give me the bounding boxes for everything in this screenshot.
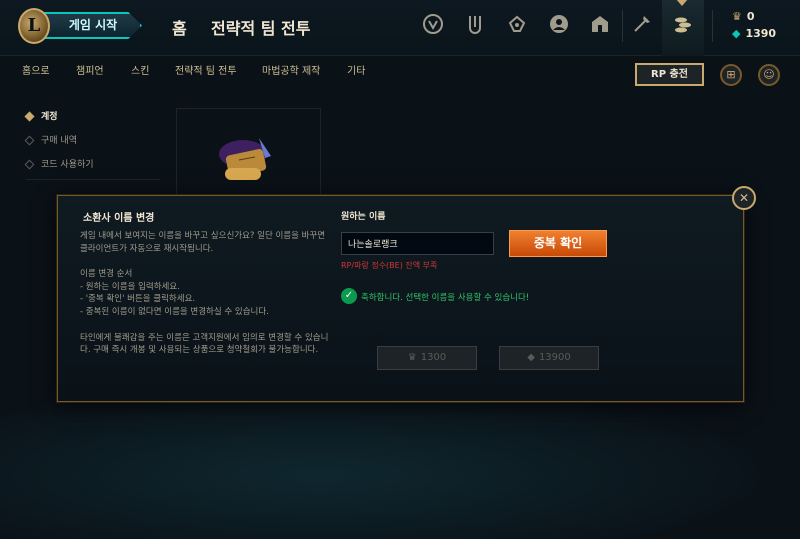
be-amount: 1390 — [745, 27, 777, 40]
store-icon[interactable] — [588, 13, 612, 37]
nav-home[interactable]: 홈 — [172, 15, 187, 39]
subnav-hextech[interactable]: 마법공학 제작 — [262, 62, 320, 77]
play-button[interactable]: 게임 시작 — [44, 12, 142, 39]
subnav-skins[interactable]: 스킨 — [131, 62, 149, 77]
rp-balance: ♛ 0 — [732, 10, 755, 23]
subnav-home[interactable]: 홈으로 — [22, 62, 50, 77]
header-divider — [712, 10, 713, 42]
header-divider — [622, 10, 623, 42]
desc-intro: 게임 내에서 보여지는 이름을 바꾸고 싶으신가요? 일단 이름을 바꾸면 클라… — [80, 231, 326, 254]
blue-essence-icon: ◆ — [732, 27, 741, 40]
nav-tft[interactable]: 전략적 팀 전투 — [211, 15, 310, 39]
desc-policy: 타인에게 불쾌감을 주는 이름은 고객지원에서 임의로 변경할 수 있습니다. … — [80, 332, 329, 356]
subnav-tft[interactable]: 전략적 팀 전투 — [175, 62, 237, 77]
be-balance: ◆ 1390 — [732, 27, 776, 40]
summoner-name-input[interactable] — [341, 232, 494, 255]
diamond-icon — [24, 159, 35, 170]
active-tab-caret-icon — [676, 0, 688, 7]
rp-icon: ♛ — [732, 10, 742, 23]
name-available-message: 축하합니다. 선택한 이름을 사용할 수 있습니다! — [361, 293, 530, 303]
diamond-icon — [24, 111, 35, 122]
background-glow — [0, 380, 800, 539]
modal-description: 게임 내에서 보여지는 이름을 바꾸고 싶으신가요? 일단 이름을 바꾸면 클라… — [80, 230, 330, 357]
gift-icon: ⊞ — [726, 68, 736, 81]
account-button[interactable]: ☺ — [758, 64, 780, 86]
subnav-other[interactable]: 기타 — [347, 62, 365, 77]
close-icon: ✕ — [738, 191, 750, 205]
buy-with-rp-button[interactable]: ♛ 1300 — [377, 346, 477, 370]
desired-name-label: 원하는 이름 — [341, 212, 386, 222]
sidebar-item-purchase-history[interactable]: 구매 내역 — [24, 133, 77, 146]
gift-button[interactable]: ⊞ — [720, 64, 742, 86]
insufficient-balance-warning: RP/파랑 정수(BE) 잔액 부족 — [341, 261, 438, 270]
buy-with-be-button[interactable]: ◆ 13900 — [499, 346, 599, 370]
account-icon: ☺ — [763, 68, 775, 81]
profile-icon[interactable] — [547, 13, 571, 37]
sidebar-item-redeem-code[interactable]: 코드 사용하기 — [24, 157, 94, 170]
sidebar-divider — [26, 179, 160, 180]
coins-icon[interactable] — [671, 13, 695, 37]
name-change-scroll-image — [219, 138, 271, 180]
close-button[interactable]: ✕ — [732, 186, 756, 210]
collection-icon[interactable] — [463, 13, 487, 37]
league-logo[interactable]: L — [18, 8, 50, 44]
diamond-icon — [24, 135, 35, 146]
desc-steps: 이름 변경 순서 - 원하는 이름을 입력하세요. - '중복 확인' 버튼을 … — [80, 269, 269, 317]
check-duplicate-button[interactable]: 중복 확인 — [509, 230, 607, 257]
crafting-icon[interactable] — [630, 13, 654, 37]
rp-amount: 0 — [746, 10, 755, 23]
blue-essence-icon: ◆ — [527, 352, 535, 363]
modal-title: 소환사 이름 변경 — [83, 213, 155, 224]
loot-icon[interactable] — [505, 13, 529, 37]
subnav-champions[interactable]: 챔피언 — [76, 62, 104, 77]
rp-purchase-button[interactable]: RP 충전 — [635, 63, 704, 86]
rp-icon: ♛ — [407, 352, 417, 363]
check-icon: ✓ — [341, 288, 357, 304]
mission-icon[interactable] — [421, 13, 445, 37]
sidebar-item-account[interactable]: 계정 — [24, 109, 58, 122]
